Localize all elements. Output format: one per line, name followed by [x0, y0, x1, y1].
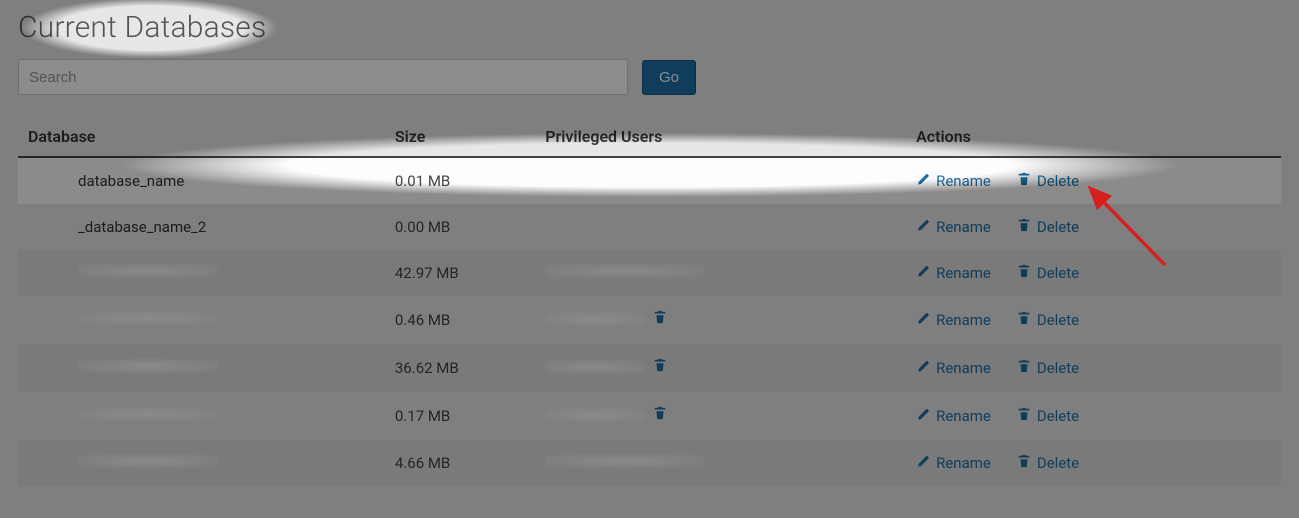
- delete-button[interactable]: Delete: [1017, 264, 1079, 282]
- table-row: 42.97 MB Rename Delete: [18, 250, 1281, 296]
- trash-icon[interactable]: [653, 406, 667, 424]
- redacted-db-name: [78, 311, 218, 325]
- rename-button[interactable]: Rename: [916, 172, 991, 190]
- delete-button[interactable]: Delete: [1017, 359, 1079, 377]
- delete-button[interactable]: Delete: [1017, 218, 1079, 236]
- rename-label: Rename: [936, 264, 991, 282]
- db-size: 0.00 MB: [389, 204, 539, 250]
- rename-button[interactable]: Rename: [916, 454, 991, 472]
- db-size: 0.17 MB: [389, 392, 539, 440]
- trash-icon: [1017, 454, 1031, 472]
- redacted-user: [545, 408, 645, 422]
- rename-label: Rename: [936, 359, 991, 377]
- table-row: 36.62 MB Rename Delete: [18, 344, 1281, 392]
- rename-label: Rename: [936, 407, 991, 425]
- trash-icon: [1017, 172, 1031, 190]
- pencil-icon: [916, 407, 930, 425]
- trash-icon[interactable]: [653, 358, 667, 376]
- db-name: _database_name_2: [78, 218, 206, 236]
- trash-icon: [1017, 359, 1031, 377]
- column-header-size[interactable]: Size: [389, 117, 539, 157]
- privileged-user[interactable]: [545, 406, 667, 424]
- db-name: database_name: [78, 172, 184, 190]
- pencil-icon: [916, 311, 930, 329]
- redacted-user: [545, 312, 645, 326]
- db-size: 36.62 MB: [389, 344, 539, 392]
- redacted-user: [545, 360, 645, 374]
- db-size: 4.66 MB: [389, 440, 539, 486]
- rename-label: Rename: [936, 454, 991, 472]
- column-header-priv: Privileged Users: [539, 117, 910, 157]
- rename-label: Rename: [936, 311, 991, 329]
- redacted-user: [545, 264, 705, 278]
- trash-icon: [1017, 407, 1031, 425]
- table-row: _database_name_2 0.00 MB Rename Delete: [18, 204, 1281, 250]
- pencil-icon: [916, 359, 930, 377]
- table-row: database_name 0.01 MB Rename Delete: [18, 157, 1281, 204]
- table-row: 0.17 MB Rename Delete: [18, 392, 1281, 440]
- page-title: Current Databases: [18, 10, 1281, 45]
- pencil-icon: [916, 218, 930, 236]
- pencil-icon: [916, 264, 930, 282]
- column-header-actions: Actions: [910, 117, 1281, 157]
- rename-label: Rename: [936, 218, 991, 236]
- trash-icon: [1017, 311, 1031, 329]
- pencil-icon: [916, 454, 930, 472]
- trash-icon: [1017, 218, 1031, 236]
- rename-button[interactable]: Rename: [916, 311, 991, 329]
- rename-label: Rename: [936, 172, 991, 190]
- db-size: 0.01 MB: [389, 157, 539, 204]
- delete-button[interactable]: Delete: [1017, 407, 1079, 425]
- privileged-user[interactable]: [545, 310, 667, 328]
- search-row: Go: [18, 59, 1281, 95]
- redacted-user: [545, 454, 705, 468]
- rename-button[interactable]: Rename: [916, 218, 991, 236]
- trash-icon: [1017, 264, 1031, 282]
- delete-label: Delete: [1037, 218, 1079, 236]
- delete-label: Delete: [1037, 454, 1079, 472]
- table-row: 4.66 MB Rename Delete: [18, 440, 1281, 486]
- table-row: 0.46 MB Rename Delete: [18, 296, 1281, 344]
- delete-label: Delete: [1037, 359, 1079, 377]
- delete-label: Delete: [1037, 264, 1079, 282]
- database-table: Database Size Privileged Users Actions d…: [18, 117, 1281, 486]
- search-input[interactable]: [18, 59, 628, 95]
- delete-button[interactable]: Delete: [1017, 311, 1079, 329]
- delete-label: Delete: [1037, 172, 1079, 190]
- privileged-user[interactable]: [545, 358, 667, 376]
- rename-button[interactable]: Rename: [916, 264, 991, 282]
- rename-button[interactable]: Rename: [916, 359, 991, 377]
- delete-button[interactable]: Delete: [1017, 172, 1079, 190]
- db-size: 0.46 MB: [389, 296, 539, 344]
- rename-button[interactable]: Rename: [916, 407, 991, 425]
- redacted-db-name: [78, 407, 218, 421]
- pencil-icon: [916, 172, 930, 190]
- redacted-db-name: [78, 454, 218, 468]
- redacted-db-name: [78, 264, 218, 278]
- delete-button[interactable]: Delete: [1017, 454, 1079, 472]
- db-size: 42.97 MB: [389, 250, 539, 296]
- go-button[interactable]: Go: [642, 60, 696, 95]
- delete-label: Delete: [1037, 311, 1079, 329]
- column-header-database[interactable]: Database: [18, 117, 389, 157]
- trash-icon[interactable]: [653, 310, 667, 328]
- delete-label: Delete: [1037, 407, 1079, 425]
- redacted-db-name: [78, 359, 218, 373]
